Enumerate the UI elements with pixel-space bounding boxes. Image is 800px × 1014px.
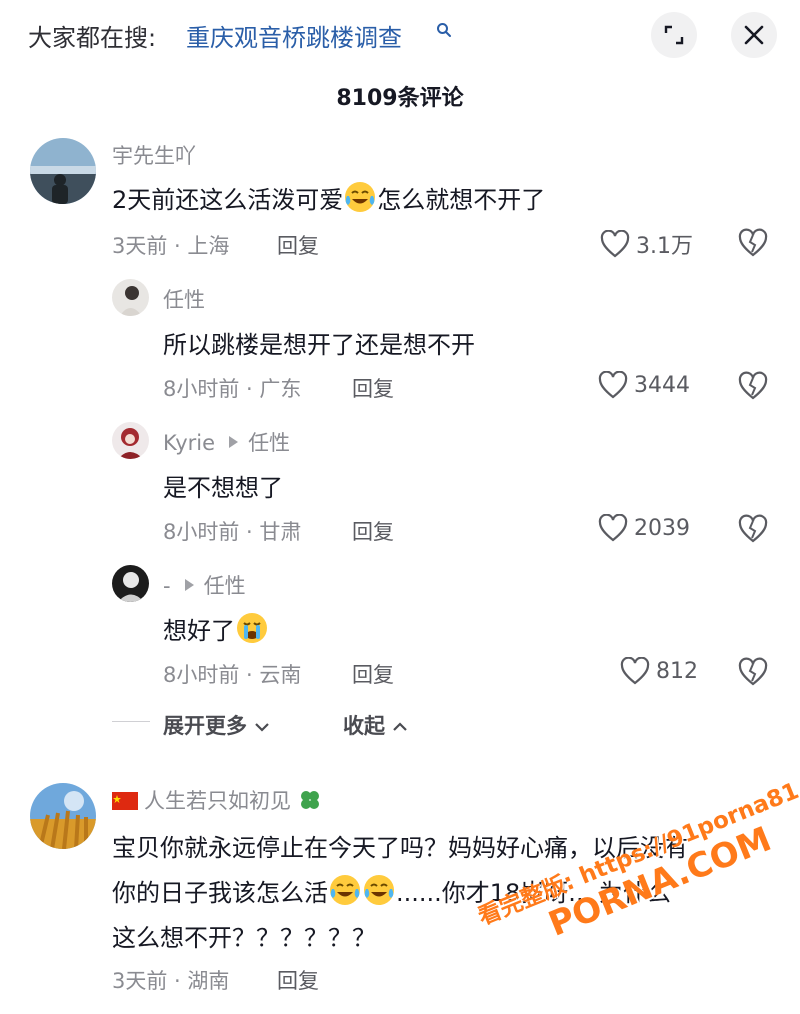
crying-laughing-emoji-icon xyxy=(364,875,394,905)
like-button[interactable]: 3.1万 xyxy=(600,228,693,260)
avatar[interactable] xyxy=(30,138,96,204)
comment-meta: 3天前 · 湖南 xyxy=(112,969,230,993)
reply-button[interactable]: 回复 xyxy=(352,659,394,689)
chevron-down-icon xyxy=(255,723,270,732)
comment-username[interactable]: 宇先生吖 xyxy=(112,140,196,170)
reply-username: - 任性 xyxy=(163,574,246,598)
like-button[interactable]: 2039 xyxy=(598,514,690,542)
reply-to-arrow-icon xyxy=(229,436,239,448)
clover-icon xyxy=(301,791,319,809)
avatar[interactable] xyxy=(112,565,149,602)
reply-button[interactable]: 回复 xyxy=(277,965,319,995)
expand-more-button[interactable]: 展开更多 xyxy=(163,710,270,740)
heart-icon xyxy=(620,657,650,685)
comment-text: 2天前还这么活泼可爱 怎么就想不开了 xyxy=(112,180,545,215)
top-bar: 大家都在搜: 重庆观音桥跳楼调查 xyxy=(0,0,800,70)
like-button[interactable]: 3444 xyxy=(598,371,690,399)
dislike-broken-heart-icon[interactable] xyxy=(738,228,768,258)
reply-text: 是不想想了 xyxy=(163,474,283,502)
expand-icon xyxy=(664,25,684,45)
china-flag-icon xyxy=(112,792,138,810)
reply-text: 所以跳楼是想开了还是想不开 xyxy=(163,331,475,359)
trending-search-prefix: 大家都在搜: xyxy=(28,24,157,52)
close-icon xyxy=(744,25,764,45)
reply-meta: 8小时前 · 云南 xyxy=(163,663,302,687)
reply-meta: 8小时前 · 广东 xyxy=(163,377,302,401)
chevron-up-icon xyxy=(393,722,408,731)
reply-button[interactable]: 回复 xyxy=(277,230,319,260)
reply-meta: 8小时前 · 甘肃 xyxy=(163,520,302,544)
heart-icon xyxy=(598,371,628,399)
close-button[interactable] xyxy=(731,12,777,58)
avatar[interactable] xyxy=(112,279,149,316)
heart-icon xyxy=(598,514,628,542)
reply-text: 想好了 xyxy=(163,611,269,646)
avatar[interactable] xyxy=(30,783,96,849)
like-button[interactable]: 812 xyxy=(620,657,698,685)
heart-icon xyxy=(600,230,630,258)
thread-divider xyxy=(112,721,150,722)
reply-username[interactable]: 任性 xyxy=(163,284,205,314)
reply-to-arrow-icon xyxy=(184,579,194,591)
reply-button[interactable]: 回复 xyxy=(352,516,394,546)
dislike-broken-heart-icon[interactable] xyxy=(738,657,768,687)
search-icon[interactable] xyxy=(436,22,452,38)
crying-emoji-icon xyxy=(237,613,267,643)
crying-laughing-emoji-icon xyxy=(345,182,376,212)
comment-meta: 3天前 · 上海 xyxy=(112,234,230,258)
dislike-broken-heart-icon[interactable] xyxy=(738,371,768,401)
expand-button[interactable] xyxy=(651,12,697,58)
dislike-broken-heart-icon[interactable] xyxy=(738,514,768,544)
collapse-button[interactable]: 收起 xyxy=(343,710,408,740)
comment-username: 人生若只如初见 xyxy=(112,785,323,815)
like-count: 2039 xyxy=(634,515,690,541)
like-count: 812 xyxy=(656,658,698,684)
like-count: 3444 xyxy=(634,372,690,398)
trending-search-link[interactable]: 重庆观音桥跳楼调查 xyxy=(186,18,402,53)
like-count: 3.1万 xyxy=(636,234,693,259)
crying-laughing-emoji-icon xyxy=(330,875,360,905)
reply-button[interactable]: 回复 xyxy=(352,373,394,403)
avatar[interactable] xyxy=(112,422,149,459)
reply-username: Kyrie 任性 xyxy=(163,431,291,455)
comment-count-title: 8109条评论 xyxy=(336,86,464,111)
